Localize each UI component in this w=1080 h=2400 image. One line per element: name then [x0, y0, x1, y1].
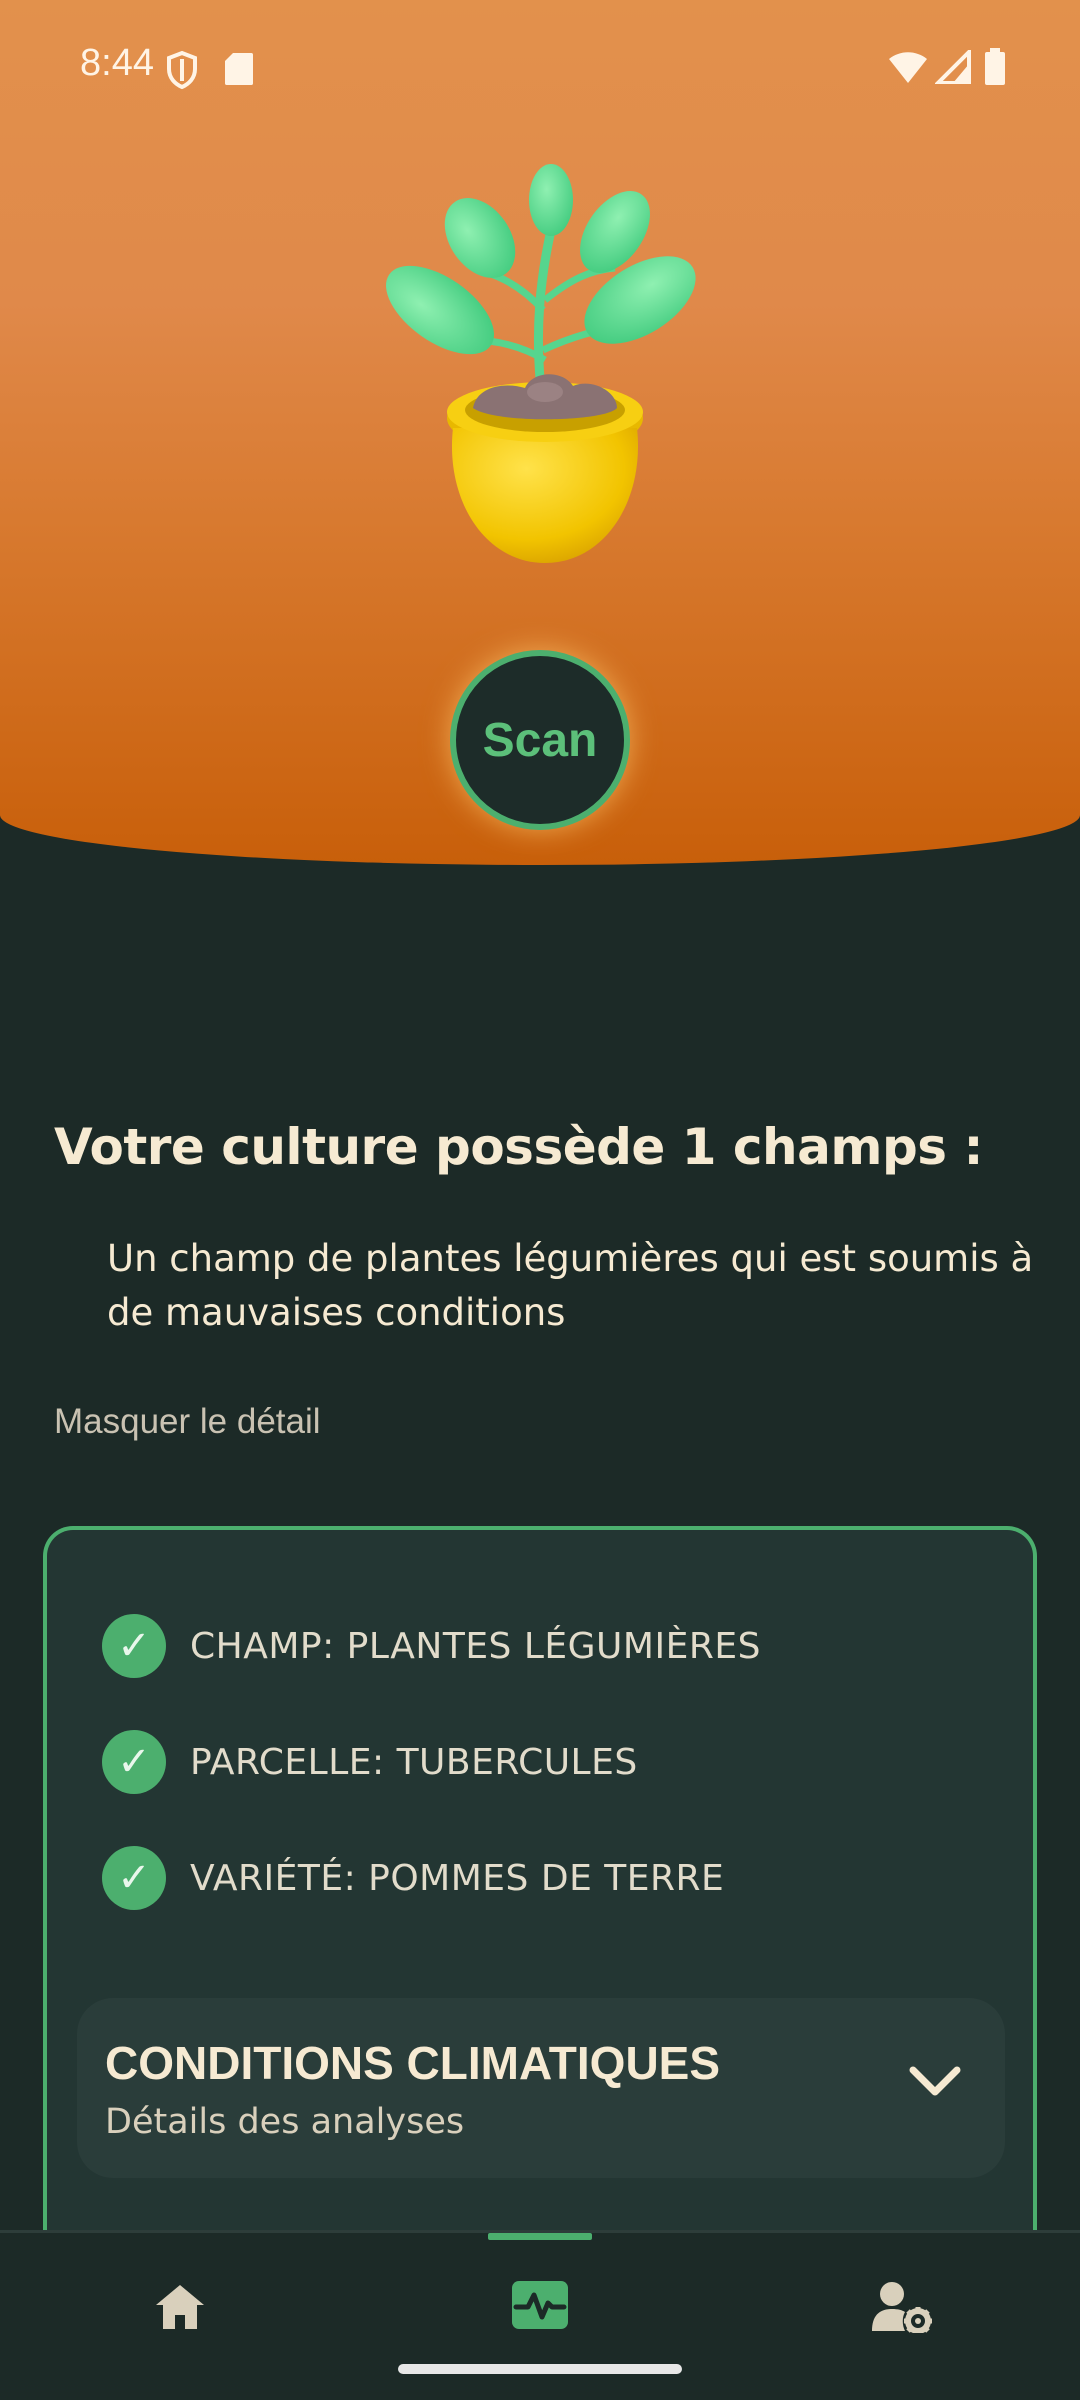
accordion-title: CONDITIONS CLIMATIQUES — [105, 2037, 721, 2089]
shield-icon — [167, 50, 197, 90]
wifi-icon — [889, 52, 927, 83]
chevron-down-icon[interactable] — [909, 2064, 961, 2098]
potted-plant-icon — [385, 164, 696, 563]
status-time: 8:44 — [80, 42, 154, 84]
field-detail-card: ✓ CHAMP: PLANTES LÉGUMIÈRES ✓ PARCELLE: … — [43, 1526, 1037, 2246]
home-icon — [156, 2285, 204, 2329]
scan-button[interactable]: Scan — [450, 650, 630, 830]
detail-item-field: ✓ CHAMP: PLANTES LÉGUMIÈRES — [102, 1614, 761, 1678]
user-settings-icon — [872, 2282, 932, 2333]
battery-icon — [985, 48, 1005, 85]
detail-item-label: VARIÉTÉ: POMMES DE TERRE — [190, 1857, 725, 1899]
check-icon: ✓ — [102, 1614, 166, 1678]
analysis-pulse-icon — [512, 2281, 568, 2329]
hide-detail-link[interactable]: Masquer le détail — [54, 1402, 321, 1442]
climate-conditions-accordion[interactable]: CONDITIONS CLIMATIQUES Détails des analy… — [77, 1998, 1005, 2178]
detail-item-label: CHAMP: PLANTES LÉGUMIÈRES — [190, 1625, 761, 1667]
detail-item-label: PARCELLE: TUBERCULES — [190, 1741, 638, 1783]
scan-button-label: Scan — [482, 713, 598, 767]
page-title: Votre culture possède 1 champs : — [54, 1118, 983, 1176]
accordion-subtitle: Détails des analyses — [105, 2102, 465, 2142]
nav-profile-settings[interactable] — [720, 2233, 1080, 2400]
system-home-indicator[interactable] — [398, 2364, 682, 2374]
sd-card-icon — [225, 53, 253, 85]
check-icon: ✓ — [102, 1730, 166, 1794]
field-summary: Un champ de plantes légumières qui est s… — [107, 1237, 1034, 1334]
detail-item-variety: ✓ VARIÉTÉ: POMMES DE TERRE — [102, 1846, 724, 1910]
nav-home[interactable] — [0, 2233, 360, 2400]
nav-analysis[interactable] — [360, 2233, 720, 2400]
status-bar: 8:44 — [0, 0, 1080, 140]
bottom-navigation — [0, 2230, 1080, 2400]
cell-signal-icon — [935, 50, 971, 84]
hero-header: 8:44 Scan — [0, 0, 1080, 865]
check-icon: ✓ — [102, 1846, 166, 1910]
detail-item-plot: ✓ PARCELLE: TUBERCULES — [102, 1730, 638, 1794]
